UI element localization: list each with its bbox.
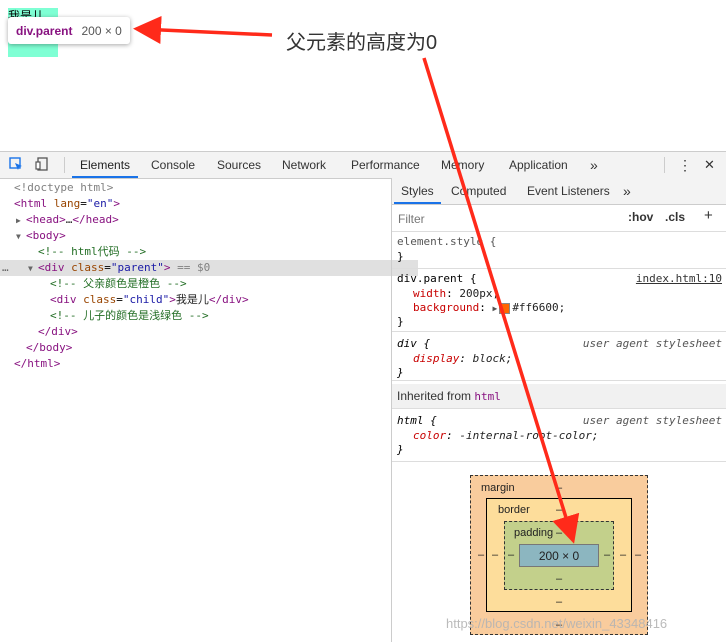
rule-close: }: [397, 366, 404, 379]
collapse-triangle-icon[interactable]: ▼: [16, 229, 26, 245]
tab-elements[interactable]: Elements: [72, 152, 139, 178]
rule-property-background[interactable]: background: ▶ #ff6600;: [413, 300, 565, 315]
inherited-tag-link[interactable]: html: [474, 390, 501, 403]
collapse-triangle-icon[interactable]: ▼: [28, 261, 38, 277]
device-toolbar-icon[interactable]: [34, 156, 50, 172]
box-model-content[interactable]: 200 × 0: [519, 544, 599, 567]
style-rule-div[interactable]: div { user agent stylesheet display: blo…: [392, 332, 726, 381]
border-right-value[interactable]: –: [620, 549, 626, 561]
padding-left-value[interactable]: –: [508, 549, 514, 561]
doctype-text: <!doctype html>: [14, 181, 114, 194]
tab-memory[interactable]: Memory: [441, 152, 484, 178]
rule-source-link[interactable]: index.html:10: [636, 271, 722, 286]
style-rule-html[interactable]: html { user agent stylesheet color: -int…: [392, 409, 726, 462]
border-label: border: [498, 504, 530, 516]
rule-selector: div {: [397, 337, 431, 350]
filter-row: :hov .cls +: [392, 205, 726, 232]
more-actions-icon[interactable]: …: [2, 260, 9, 276]
more-tabs-button[interactable]: »: [590, 152, 598, 178]
rule-property-width[interactable]: width: 200px;: [413, 286, 499, 301]
border-left-value[interactable]: –: [492, 549, 498, 561]
inherited-from-header: Inherited from html: [392, 384, 726, 409]
new-rule-plus-icon[interactable]: +: [704, 207, 713, 224]
border-top-value[interactable]: –: [556, 504, 562, 516]
dom-line-head[interactable]: ▶ <head>…</head>: [0, 212, 406, 228]
devtools-toolbar: Elements Console Sources Network Perform…: [0, 151, 726, 179]
dom-line-comment[interactable]: <!-- 儿子的颜色是浅绿色 -->: [0, 308, 440, 324]
tab-performance[interactable]: Performance: [351, 152, 420, 178]
margin-label: margin: [481, 482, 515, 494]
styles-filter-input[interactable]: [395, 208, 622, 229]
dom-line-doctype[interactable]: <!doctype html>: [0, 180, 404, 196]
close-devtools-icon[interactable]: ✕: [704, 152, 715, 178]
dom-line-body-close[interactable]: </body>: [0, 340, 416, 356]
dom-line-body[interactable]: ▼ <body>: [0, 228, 406, 244]
hov-toggle[interactable]: :hov: [628, 210, 653, 224]
tooltip-element-name: div.parent: [16, 23, 73, 38]
rule-close: }: [397, 315, 404, 328]
rule-source: user agent stylesheet: [582, 337, 722, 350]
rule-selector: div.parent {: [397, 272, 477, 285]
margin-left-value[interactable]: –: [478, 549, 484, 561]
dom-tree-panel: <!doctype html> <html lang="en"> ▶ <head>…: [0, 179, 418, 642]
watermark: https://blog.csdn.net/weixin_43348416: [446, 616, 668, 631]
cls-toggle[interactable]: .cls: [665, 210, 685, 224]
dom-line-div-child[interactable]: <div class="child">我是儿</div>: [0, 292, 440, 308]
margin-top-value[interactable]: –: [556, 482, 562, 494]
padding-bottom-value[interactable]: –: [556, 573, 562, 585]
rule-close: }: [397, 443, 404, 456]
rule-selector: html {: [397, 414, 437, 427]
rule-source: user agent stylesheet: [582, 414, 722, 427]
tab-network[interactable]: Network: [282, 152, 326, 178]
rule-property-display[interactable]: display: block;: [413, 351, 512, 366]
padding-label: padding: [514, 527, 554, 539]
rule-property-color[interactable]: color: -internal-root-color;: [413, 428, 598, 443]
tab-styles[interactable]: Styles: [394, 178, 441, 204]
expand-triangle-icon[interactable]: ▶: [492, 304, 497, 313]
tab-computed[interactable]: Computed: [451, 178, 506, 204]
rule-selector: element.style {: [397, 235, 497, 248]
tab-event-listeners[interactable]: Event Listeners: [527, 178, 610, 204]
toolbar-separator: [664, 157, 665, 173]
style-rule-element[interactable]: element.style { }: [392, 232, 726, 269]
styles-subtabs: Styles Computed Event Listeners »: [392, 178, 726, 205]
margin-right-value[interactable]: –: [635, 549, 641, 561]
arrow-to-tooltip: [133, 15, 273, 44]
padding-right-value[interactable]: –: [604, 549, 610, 561]
dom-line-comment[interactable]: <!-- html代码 -->: [0, 244, 428, 260]
border-bottom-value[interactable]: –: [556, 596, 562, 608]
tab-application[interactable]: Application: [509, 152, 568, 178]
color-swatch[interactable]: [499, 302, 511, 314]
tab-console[interactable]: Console: [151, 152, 195, 178]
dom-line-html[interactable]: <html lang="en">: [0, 196, 404, 212]
toolbar-separator: [64, 157, 65, 173]
expand-triangle-icon[interactable]: ▶: [16, 213, 26, 229]
rule-close: }: [397, 250, 404, 263]
dom-line-div-close[interactable]: </div>: [0, 324, 428, 340]
tooltip-element-size: 200 × 0: [81, 23, 122, 38]
dom-line-comment[interactable]: <!-- 父亲颜色是橙色 -->: [0, 276, 440, 292]
element-inspect-tooltip: div.parent 200 × 0: [8, 17, 130, 44]
dom-line-div-parent[interactable]: … ▼ <div class="parent"> == $0: [0, 260, 418, 276]
inherited-label: Inherited from: [397, 389, 472, 403]
menu-kebab-icon[interactable]: ⋮: [678, 152, 692, 178]
padding-top-value[interactable]: –: [556, 527, 562, 539]
inspect-element-icon[interactable]: [8, 156, 24, 172]
dom-line-html-close[interactable]: </html>: [0, 356, 404, 372]
more-subtabs-button[interactable]: »: [623, 178, 631, 204]
annotation-text: 父元素的高度为0: [286, 32, 438, 54]
tab-sources[interactable]: Sources: [217, 152, 261, 178]
style-rule-div-parent[interactable]: div.parent { index.html:10 width: 200px;…: [392, 269, 726, 332]
